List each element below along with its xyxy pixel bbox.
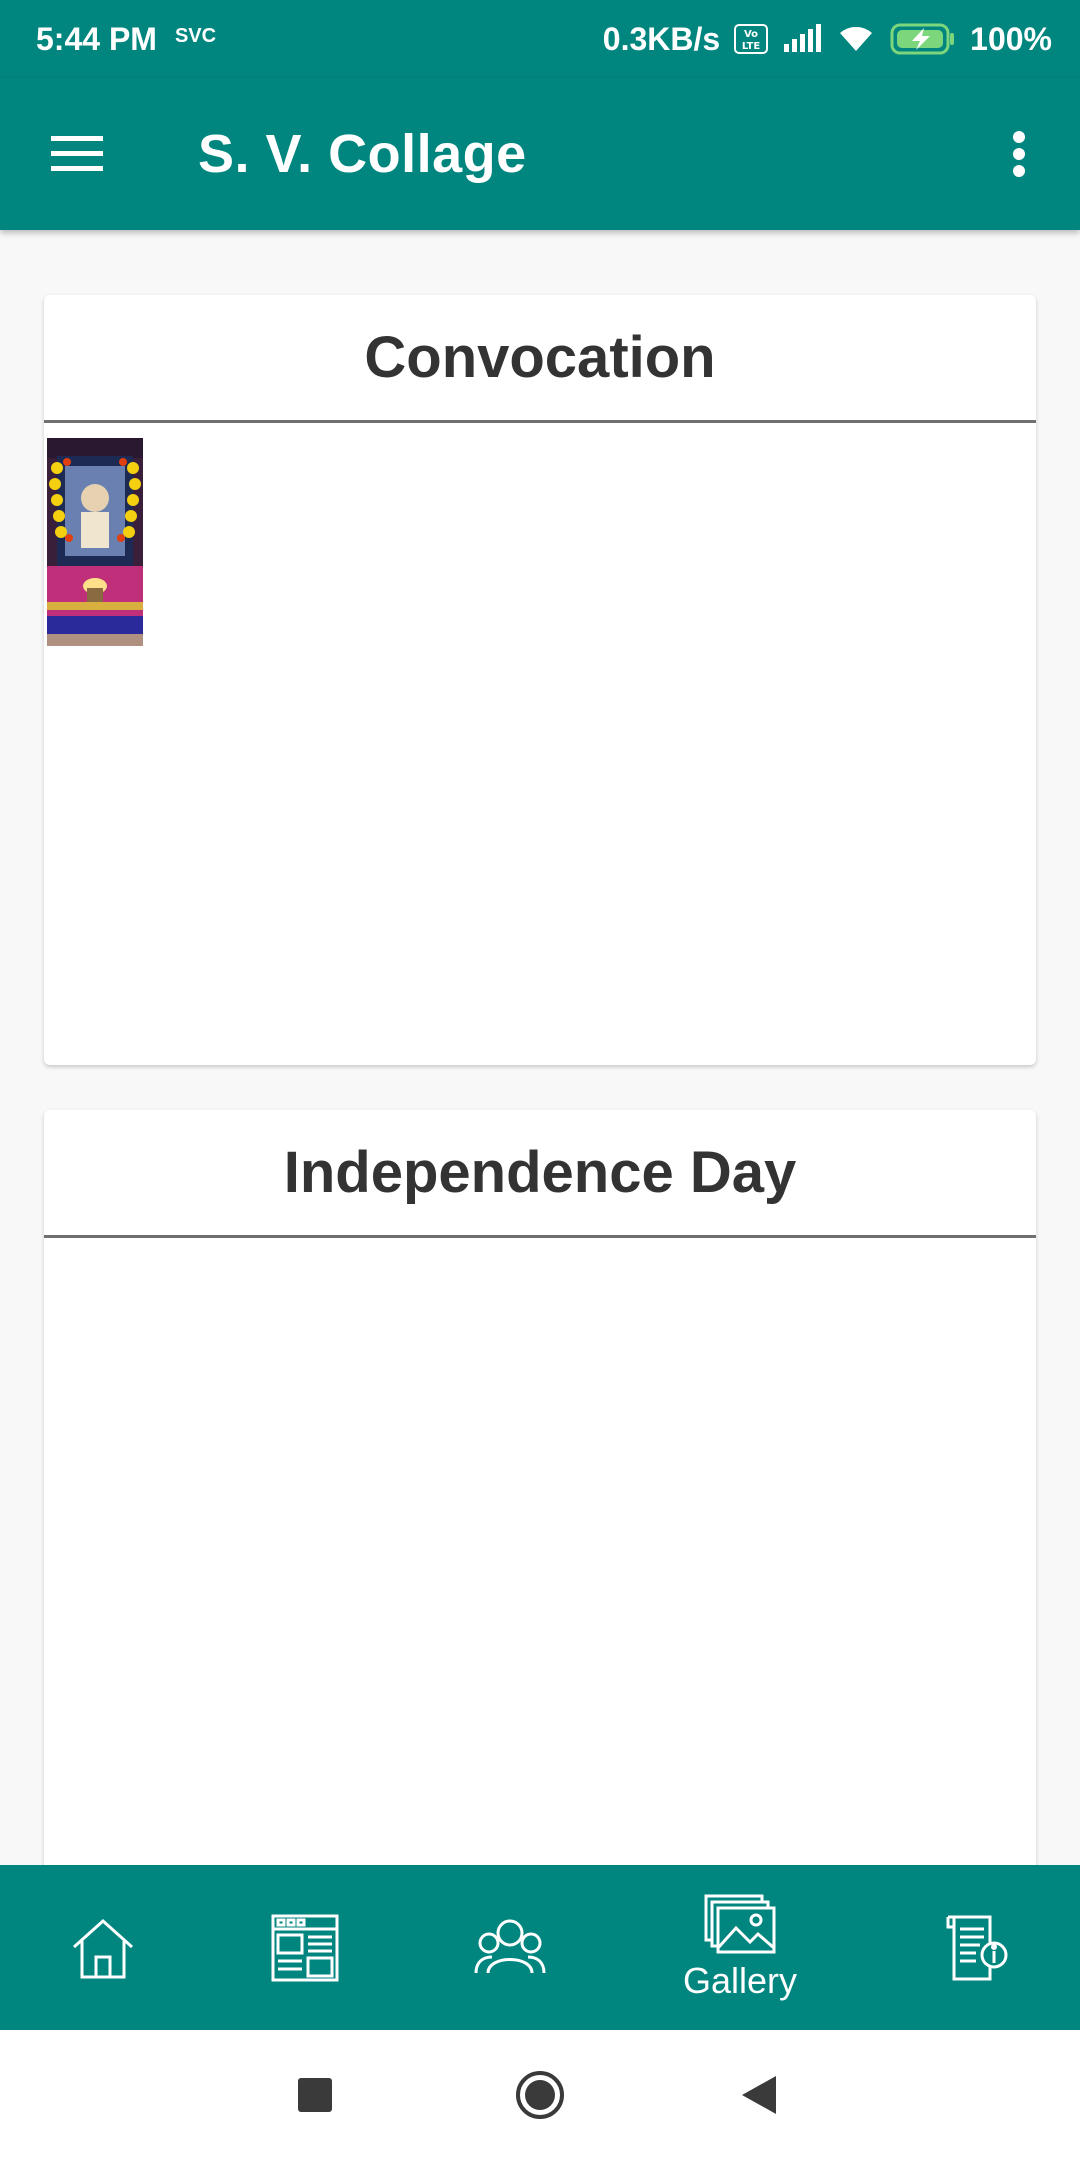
network-speed: 0.3KB/s [602, 20, 721, 57]
app-bar: S. V. Collage [0, 78, 1080, 230]
svg-text:Vo: Vo [744, 29, 758, 40]
back-button[interactable] [730, 2065, 790, 2125]
battery-percent: 100% [970, 20, 1052, 57]
nav-item-label: Gallery [682, 1959, 798, 2001]
more-vertical-icon [1013, 131, 1025, 177]
volte-icon: Vo LTE [734, 24, 769, 54]
circle-icon [516, 2071, 564, 2119]
nav-item-news[interactable] [240, 1865, 370, 2030]
home-button[interactable] [510, 2065, 570, 2125]
system-navigation-bar [0, 2030, 1080, 2160]
album-card[interactable]: Convocation [44, 295, 1036, 1065]
status-time: 5:44 PM [36, 20, 157, 57]
status-bar: 5:44 PM SVC 0.3KB/s Vo LTE 100% [0, 0, 1080, 78]
home-icon [72, 1918, 133, 1978]
nav-item-home[interactable] [40, 1865, 165, 2030]
menu-button[interactable] [38, 115, 116, 193]
news-icon [271, 1914, 339, 1981]
carrier-label: SVC [174, 24, 217, 47]
nav-item-people[interactable] [445, 1865, 575, 2030]
recent-apps-button[interactable] [285, 2065, 345, 2125]
nav-item-gallery[interactable]: Gallery [660, 1865, 820, 2030]
hamburger-icon [51, 136, 103, 171]
signal-icon [782, 24, 822, 54]
album-card[interactable]: Independence Day [44, 1110, 1036, 1865]
square-icon [298, 2078, 332, 2112]
gallery-icon [704, 1894, 776, 1953]
nav-item-info[interactable] [915, 1865, 1040, 2030]
battery-icon [890, 22, 956, 56]
album-photo-thumbnail[interactable] [47, 438, 143, 646]
people-icon [474, 1919, 546, 1973]
gallery-content[interactable]: Convocation Independence Day [0, 230, 1080, 1865]
info-document-icon [946, 1915, 1007, 1980]
app-title: S. V. Collage [198, 124, 527, 184]
wifi-icon [836, 23, 876, 55]
bottom-navigation: Gallery [0, 1865, 1080, 2030]
back-triangle-icon [742, 2076, 776, 2114]
overflow-menu-button[interactable] [980, 115, 1058, 193]
album-title: Convocation [44, 295, 1036, 423]
svg-text:LTE: LTE [742, 41, 761, 52]
album-title: Independence Day [44, 1110, 1036, 1238]
